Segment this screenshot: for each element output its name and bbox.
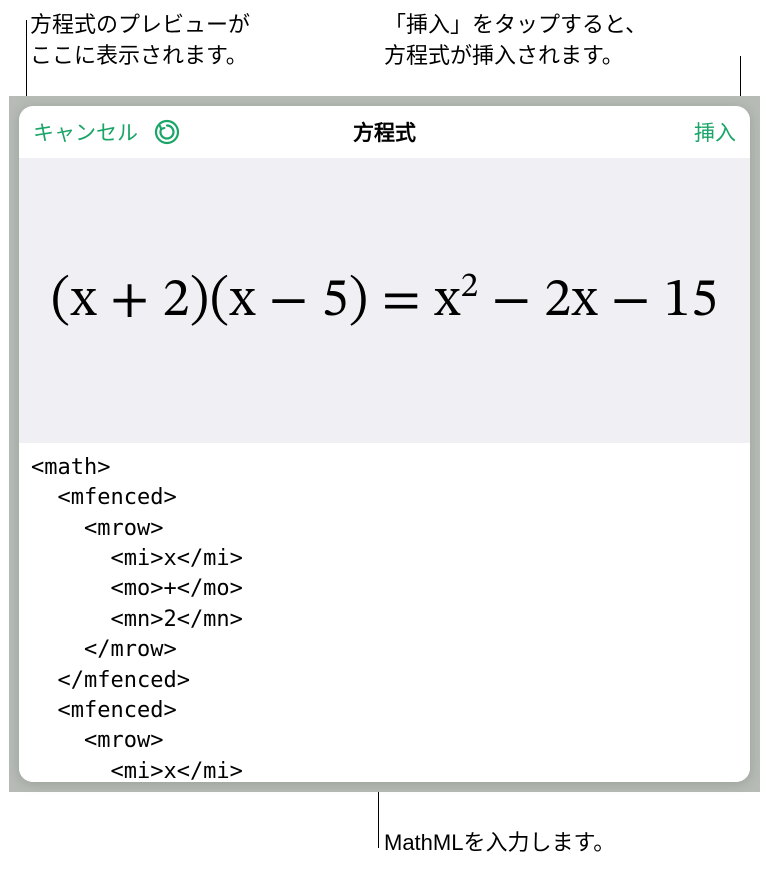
header-left-group: キャンセル <box>33 117 182 147</box>
sheet-header: キャンセル 方程式 挿入 <box>19 106 750 158</box>
insert-button[interactable]: 挿入 <box>694 117 736 147</box>
equation-editor-sheet: キャンセル 方程式 挿入 (x + 2)(x − 5) = x2 − 2x − … <box>19 106 750 782</box>
sheet-backdrop: キャンセル 方程式 挿入 (x + 2)(x − 5) = x2 − 2x − … <box>9 96 760 792</box>
callout-preview: 方程式のプレビューが ここに表示されます。 <box>30 10 250 72</box>
cancel-button[interactable]: キャンセル <box>33 117 138 147</box>
mathml-input[interactable]: <math> <mfenced> <mrow> <mi>x</mi> <mo>+… <box>19 443 750 782</box>
sheet-title: 方程式 <box>353 117 416 147</box>
callout-insert: 「挿入」をタップすると、 方程式が挿入されます。 <box>384 10 647 72</box>
callout-code: MathMLを入力します。 <box>384 828 615 859</box>
undo-icon[interactable] <box>152 117 182 147</box>
equation-preview-pane: (x + 2)(x − 5) = x2 − 2x − 15 <box>19 158 750 443</box>
equation-preview: (x + 2)(x − 5) = x2 − 2x − 15 <box>51 267 718 335</box>
